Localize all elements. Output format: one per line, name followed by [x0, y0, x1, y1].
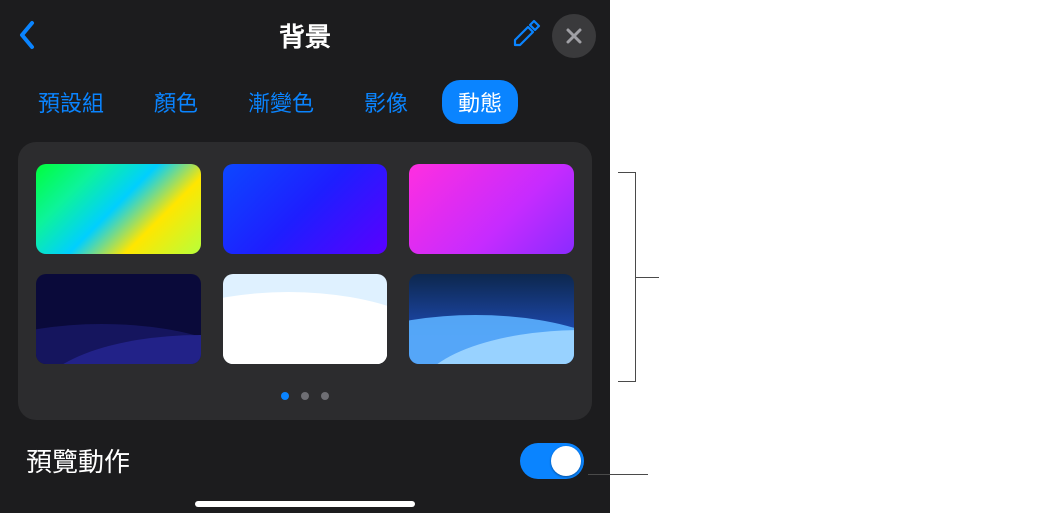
gallery-grid [36, 164, 574, 364]
callout-leader [635, 277, 659, 278]
tab-presets[interactable]: 預設組 [22, 80, 120, 124]
page-indicator[interactable] [281, 392, 329, 400]
preview-toggle[interactable] [520, 443, 584, 479]
eyedropper-icon [512, 18, 542, 48]
page-dot-3 [321, 392, 329, 400]
preview-label: 預覽動作 [26, 442, 130, 479]
chevron-left-icon [18, 20, 36, 50]
close-button[interactable] [552, 14, 596, 58]
preview-row: 預覽動作 [0, 420, 610, 479]
toggle-knob [551, 446, 581, 476]
eyedropper-button[interactable] [512, 18, 542, 53]
callout-bracket-gallery [618, 172, 636, 382]
panel-title: 背景 [279, 17, 331, 54]
thumbnail-gradient-blue[interactable] [223, 164, 388, 254]
close-icon [564, 26, 584, 46]
thumbnail-gradient-magenta[interactable] [409, 164, 574, 254]
tab-gradient[interactable]: 漸變色 [232, 80, 330, 124]
home-indicator[interactable] [195, 501, 415, 507]
page-dot-2 [301, 392, 309, 400]
thumbnail-landscape-white[interactable] [223, 274, 388, 364]
thumbnail-landscape-teal-blue[interactable] [409, 274, 574, 364]
panel-header: 背景 [0, 0, 610, 70]
tab-color[interactable]: 顏色 [138, 80, 214, 124]
background-panel: 背景 預設組 顏色 漸變色 影像 動態 [0, 0, 610, 513]
gallery-area [18, 142, 592, 420]
tab-dynamic[interactable]: 動態 [442, 80, 518, 124]
tab-image[interactable]: 影像 [348, 80, 424, 124]
thumbnail-gradient-green-yellow[interactable] [36, 164, 201, 254]
page-dot-1 [281, 392, 289, 400]
tabs: 預設組 顏色 漸變色 影像 動態 [0, 70, 610, 142]
back-button[interactable] [18, 20, 36, 55]
callout-leader-switch [588, 474, 648, 475]
thumbnail-landscape-dark-blue[interactable] [36, 274, 201, 364]
